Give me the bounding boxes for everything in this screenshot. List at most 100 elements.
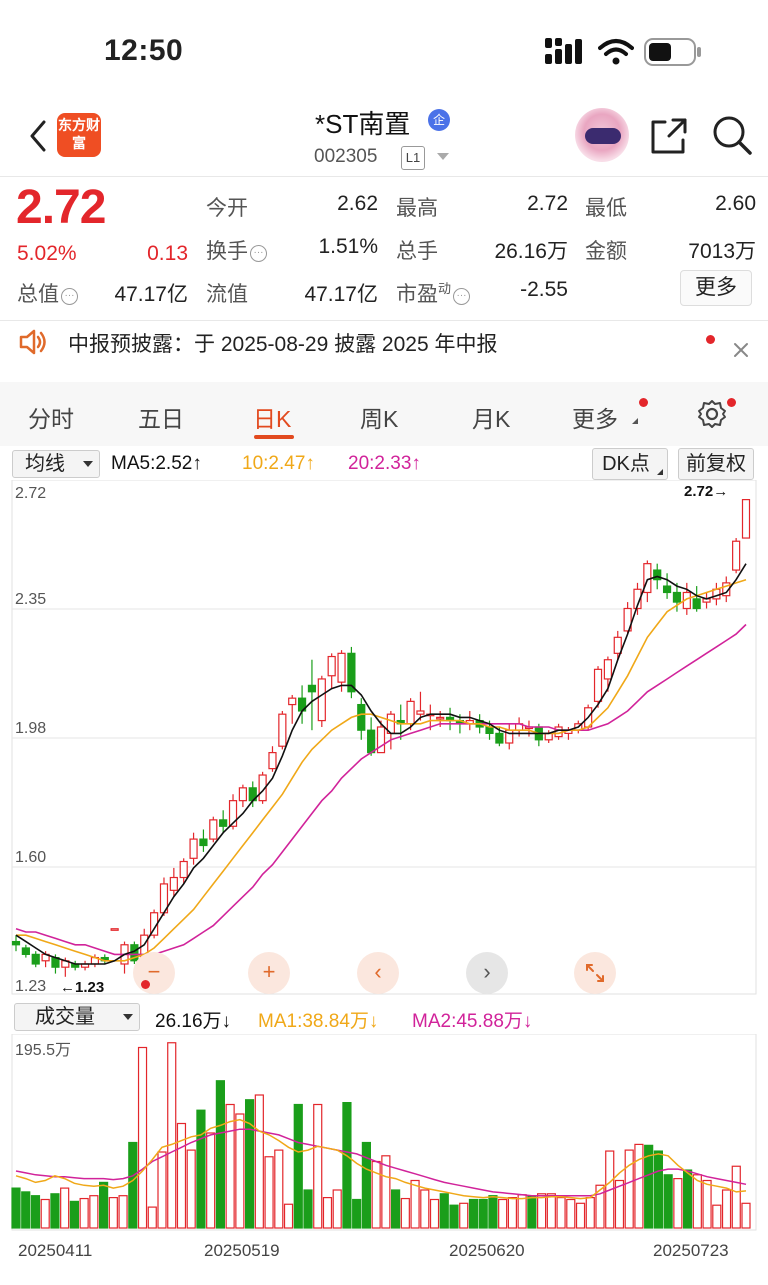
volume-bar — [108, 1197, 118, 1229]
info-icon[interactable]: ··· — [250, 245, 267, 262]
candle — [288, 697, 297, 706]
search-icon[interactable] — [711, 114, 753, 156]
y-tick-label: 2.72 — [15, 485, 47, 502]
candle — [485, 726, 494, 734]
tab-intraday[interactable]: 分时 — [28, 400, 74, 434]
low-annotation: ←1.23 — [60, 979, 105, 996]
dk-point-button[interactable]: DK点 — [592, 448, 668, 480]
volume-bar — [322, 1197, 333, 1229]
share-icon[interactable] — [649, 116, 689, 156]
kline-chart[interactable] — [0, 480, 768, 1000]
candle — [376, 726, 386, 754]
enterprise-badge: 企 — [428, 109, 450, 131]
indicator-select[interactable]: 均线 — [12, 450, 100, 478]
volume-bar — [468, 1198, 479, 1229]
volume-bar — [556, 1197, 566, 1229]
chevron-down-icon — [83, 461, 93, 467]
volume-bar — [69, 1200, 80, 1229]
level-badge[interactable]: L1 — [401, 146, 425, 170]
candle — [209, 819, 218, 840]
tab-five-day[interactable]: 五日 — [138, 400, 184, 434]
scroll-left-button[interactable]: ‹ — [357, 952, 399, 994]
settings-dot — [727, 398, 736, 407]
volume-bar — [449, 1204, 459, 1229]
volume-bar — [391, 1189, 401, 1229]
market-cap-label-text: 总值 — [17, 283, 59, 306]
zoom-in-button[interactable]: + — [248, 952, 290, 994]
volume-bar — [313, 1103, 323, 1229]
x-tick-label: 20250411 — [18, 1241, 93, 1260]
turnover-label: 换手 ··· — [206, 235, 267, 265]
zoom-out-button[interactable]: − — [133, 952, 175, 994]
tab-weekly-k[interactable]: 周K — [360, 400, 398, 434]
candle — [11, 940, 21, 946]
dk-point-label: DK点 — [602, 453, 650, 475]
volume-bar — [575, 1202, 586, 1229]
candle — [110, 928, 119, 931]
volume-bar — [79, 1197, 89, 1229]
volume-chart[interactable] — [0, 1034, 768, 1234]
y-tick-label: 1.60 — [15, 849, 47, 866]
volume-bar — [235, 1113, 245, 1229]
volume-bar — [517, 1194, 527, 1229]
volume-bar — [98, 1181, 109, 1229]
volume-bar — [536, 1193, 547, 1229]
event-marker-dot[interactable] — [141, 980, 150, 989]
volume-bar — [254, 1094, 264, 1229]
volume-bar — [186, 1149, 196, 1229]
volume-bar — [157, 1151, 167, 1229]
info-icon[interactable]: ··· — [453, 288, 471, 305]
candle — [31, 953, 40, 965]
volume-bar — [712, 1204, 722, 1229]
fullscreen-button[interactable] — [574, 952, 616, 994]
candle — [337, 652, 346, 683]
pe-superscript: 动 — [438, 281, 452, 296]
volume-value-label: 26.16万↓ — [155, 1011, 232, 1032]
back-icon[interactable] — [24, 116, 54, 156]
ma10-line — [16, 578, 747, 962]
dropdown-caret-icon[interactable] — [437, 153, 449, 160]
candle — [741, 499, 751, 539]
status-time: 12:50 — [104, 34, 184, 67]
candle — [692, 598, 701, 610]
y-tick-label: 1.23 — [15, 978, 47, 995]
volume-bar — [361, 1141, 371, 1229]
info-icon[interactable]: ··· — [61, 288, 78, 305]
pe-label: 市盈动 ··· — [396, 278, 471, 308]
tab-daily-k[interactable]: 日K — [253, 400, 291, 434]
more-corner-icon — [632, 418, 638, 424]
candle — [238, 787, 247, 802]
adjust-button[interactable]: 前复权 — [678, 448, 754, 480]
divider — [0, 320, 768, 321]
volume-bar — [459, 1202, 469, 1229]
divider — [0, 176, 768, 177]
volume-bar — [731, 1165, 741, 1229]
settings-gear-icon[interactable] — [697, 399, 727, 429]
close-icon[interactable] — [733, 342, 749, 358]
high-annotation: 2.72→ — [684, 483, 729, 500]
candle — [268, 752, 277, 770]
volume-bar — [196, 1109, 206, 1229]
x-tick-label: 20250620 — [449, 1241, 525, 1260]
pe-value: -2.55 — [520, 278, 568, 301]
candle — [317, 678, 326, 722]
candle — [495, 732, 504, 744]
volume-bar — [721, 1189, 732, 1229]
volume-max-label: 195.5万 — [15, 1042, 72, 1059]
volume-indicator-select[interactable]: 成交量 — [14, 1003, 140, 1031]
amount-label: 金额 — [585, 240, 627, 263]
scroll-right-button[interactable]: › — [466, 952, 508, 994]
market-cap-label: 总值 ··· — [17, 278, 78, 308]
active-tab-underline — [254, 435, 294, 439]
tab-more[interactable]: 更多 — [572, 400, 618, 434]
volume-bar — [206, 1132, 216, 1229]
volume-bar — [682, 1169, 693, 1229]
volume-bar — [653, 1150, 664, 1229]
candle — [278, 713, 287, 747]
volume-bar — [30, 1195, 41, 1229]
tab-monthly-k[interactable]: 月K — [472, 400, 510, 434]
ma20-line — [15, 623, 747, 956]
more-button[interactable]: 更多 — [680, 270, 752, 306]
notice-text[interactable]: 中报预披露：于 2025-08-29 披露 2025 年中报 — [68, 328, 497, 358]
candle — [672, 591, 682, 603]
